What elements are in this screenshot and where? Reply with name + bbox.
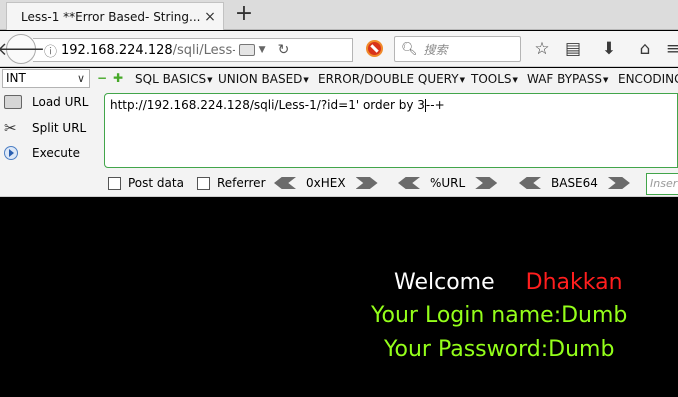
play-icon	[4, 146, 18, 160]
base64-encode-control: BASE64	[519, 176, 630, 190]
tab-title: Less-1 **Error Based- String...	[21, 9, 201, 24]
split-url-label: Split URL	[32, 121, 87, 135]
load-url-icon	[4, 95, 22, 109]
referrer-label: Referrer	[217, 176, 266, 190]
hex-encode-arrow-icon[interactable]	[355, 177, 378, 189]
reload-icon[interactable]: ↻	[278, 42, 290, 58]
welcome-text: Welcome	[394, 270, 495, 295]
user-name: Dhakkan	[525, 270, 623, 295]
menu-error-double-query[interactable]: ERROR/DOUBLE QUERY▼	[318, 72, 465, 86]
blocked-icon[interactable]	[366, 40, 383, 57]
menu-sql-basics[interactable]: SQL BASICS▼	[135, 72, 213, 86]
home-icon[interactable]: ⌂	[634, 38, 656, 60]
url-label: %URL	[430, 176, 466, 190]
url-decode-arrow-icon[interactable]	[398, 177, 420, 189]
menu-union-based[interactable]: UNION BASED▼	[218, 72, 309, 86]
browser-tab[interactable]: Less-1 **Error Based- String... ×	[6, 2, 224, 30]
base64-label: BASE64	[551, 176, 598, 190]
hex-decode-arrow-icon[interactable]	[274, 177, 296, 189]
menu-tools[interactable]: TOOLS▼	[471, 72, 518, 86]
plus-icon[interactable]: ✚	[113, 71, 123, 85]
load-url-label: Load URL	[32, 95, 89, 109]
base64-decode-arrow-icon[interactable]	[519, 177, 541, 189]
url-dropdown-icon[interactable]: ▼	[259, 45, 266, 55]
url-text-before-cursor: http://192.168.224.128/sqli/Less-1/?id=1…	[110, 98, 425, 112]
page-content: Welcome Dhakkan Your Login name:Dumb Your…	[0, 198, 678, 397]
tab-close-icon[interactable]: ×	[203, 9, 217, 25]
url-path: /sqli/Less-1/?id	[172, 42, 235, 58]
url-encode-arrow-icon[interactable]	[475, 177, 498, 189]
new-tab-button[interactable]: +	[233, 3, 255, 27]
url-bar[interactable]: ⓘ 192.168.224.128 /sqli/Less-1/?id ▼ ↻	[33, 38, 353, 62]
reading-list-icon[interactable]: ▤	[562, 38, 584, 60]
post-data-option[interactable]: Post data	[108, 172, 184, 194]
page-actions-icon[interactable]	[238, 44, 255, 56]
type-select-value: INT	[6, 71, 26, 85]
search-icon: 🔍︎	[401, 41, 418, 57]
navigation-bar: ⓘ 192.168.224.128 /sqli/Less-1/?id ▼ ↻ 🡐…	[0, 31, 678, 67]
execute-button[interactable]: Execute	[4, 146, 80, 160]
minus-icon[interactable]: −	[97, 71, 107, 85]
post-data-checkbox[interactable]	[108, 176, 121, 190]
url-host: 192.168.224.128	[61, 42, 173, 58]
execute-label: Execute	[32, 146, 80, 160]
welcome-line: Welcome Dhakkan	[394, 270, 623, 295]
menu-waf-bypass[interactable]: WAF BYPASS▼	[527, 72, 608, 86]
url-encode-control: %URL	[398, 176, 498, 190]
menu-encoding[interactable]: ENCODING	[618, 72, 678, 86]
referrer-checkbox[interactable]	[197, 176, 210, 190]
search-placeholder: 搜索	[423, 42, 448, 57]
password-line: Your Password:Dumb	[384, 337, 615, 362]
base64-encode-arrow-icon[interactable]	[607, 177, 630, 189]
star-icon[interactable]: ☆	[531, 38, 553, 60]
hackbar-url-textarea[interactable]: http://192.168.224.128/sqli/Less-1/?id=1…	[104, 93, 678, 168]
menu-icon[interactable]: ≡	[662, 38, 678, 60]
hex-label: 0xHEX	[306, 176, 346, 190]
login-name-line: Your Login name:Dumb	[371, 303, 628, 328]
chevron-down-icon: ∨	[76, 72, 85, 85]
tab-strip: Less-1 **Error Based- String... × +	[0, 0, 678, 30]
split-url-button[interactable]: ✂ Split URL	[4, 119, 87, 137]
referrer-option[interactable]: Referrer	[197, 172, 266, 194]
post-data-label: Post data	[128, 176, 184, 190]
scissors-icon: ✂	[4, 119, 17, 137]
download-icon[interactable]: ⬇	[598, 38, 620, 60]
back-arrow-icon[interactable]: 🡐	[0, 34, 45, 64]
url-text-after-cursor: --+	[425, 98, 445, 112]
load-url-button[interactable]: Load URL	[4, 95, 88, 109]
hackbar-panel: Load URL ✂ Split URL Execute http://192.…	[0, 90, 678, 197]
hackbar-toolbar: INT ∨ − ✚ SQL BASICS▼ UNION BASED▼ ERROR…	[0, 68, 678, 90]
hex-encode-control: 0xHEX	[274, 176, 378, 190]
type-select[interactable]: INT ∨	[2, 69, 90, 88]
insert-input[interactable]: Insert	[646, 173, 678, 195]
search-input[interactable]: 🔍︎ 搜索	[394, 36, 521, 62]
